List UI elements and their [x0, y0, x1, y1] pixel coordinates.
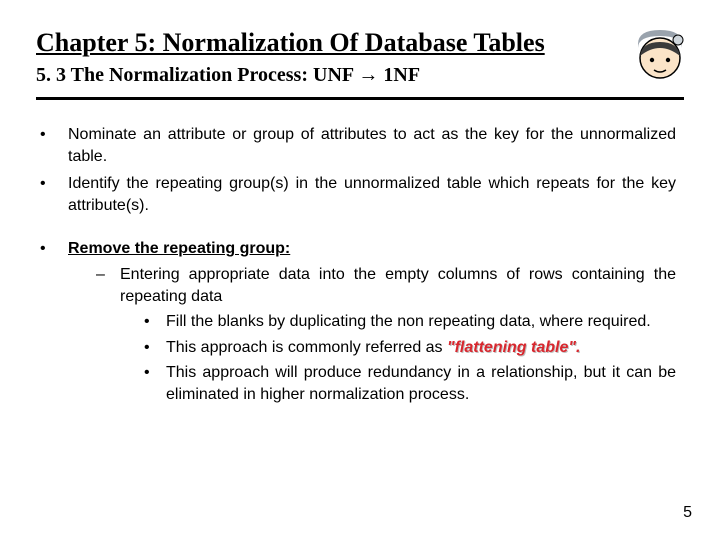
bullet-icon: •	[144, 311, 166, 333]
page-number: 5	[683, 504, 692, 522]
bullet-icon: •	[40, 124, 68, 167]
divider	[36, 97, 684, 100]
spacer	[36, 222, 684, 238]
list-item: • This approach will produce redundancy …	[144, 362, 676, 405]
sub-body: Entering appropriate data into the empty…	[120, 264, 676, 410]
bullet-icon: •	[40, 238, 68, 413]
list-item: – Entering appropriate data into the emp…	[96, 264, 676, 410]
sub-list: – Entering appropriate data into the emp…	[68, 264, 676, 410]
list-item: • This approach is commonly referred as …	[144, 337, 676, 359]
chapter-title: Chapter 5: Normalization Of Database Tab…	[36, 28, 684, 58]
dash-icon: –	[96, 264, 120, 410]
list-item: • Remove the repeating group: – Entering…	[40, 238, 676, 413]
list-item: • Nominate an attribute or group of attr…	[40, 124, 676, 167]
list-item: • Identify the repeating group(s) in the…	[40, 173, 676, 216]
bullet-text: Identify the repeating group(s) in the u…	[68, 173, 676, 216]
arrow-icon: →	[358, 64, 378, 86]
bullet-icon: •	[40, 173, 68, 216]
slide: Chapter 5: Normalization Of Database Tab…	[0, 0, 720, 540]
bullet-text: Nominate an attribute or group of attrib…	[68, 124, 676, 167]
avatar-icon	[630, 22, 690, 82]
subtitle-suffix: 1NF	[378, 64, 420, 86]
emphasis-text: "flattening table".	[447, 339, 580, 356]
sub-text: Entering appropriate data into the empty…	[120, 266, 676, 305]
section-subtitle: 5. 3 The Normalization Process: UNF → 1N…	[36, 64, 684, 87]
bullet-list: • Remove the repeating group: – Entering…	[36, 238, 684, 413]
bullet-body: Remove the repeating group: – Entering a…	[68, 238, 676, 413]
sub-sub-list: • Fill the blanks by duplicating the non…	[120, 311, 676, 405]
sub-sub-text: This approach is commonly referred as "f…	[166, 337, 676, 359]
bullet-icon: •	[144, 362, 166, 405]
subtitle-prefix: 5. 3 The Normalization Process: UNF	[36, 64, 358, 86]
list-item: • Fill the blanks by duplicating the non…	[144, 311, 676, 333]
sub-sub-text: Fill the blanks by duplicating the non r…	[166, 311, 676, 333]
bullet-icon: •	[144, 337, 166, 359]
bullet-heading: Remove the repeating group:	[68, 240, 290, 257]
sub-sub-text: This approach will produce redundancy in…	[166, 362, 676, 405]
bullet-list: • Nominate an attribute or group of attr…	[36, 124, 684, 216]
text-prefix: This approach is commonly referred as	[166, 339, 447, 356]
